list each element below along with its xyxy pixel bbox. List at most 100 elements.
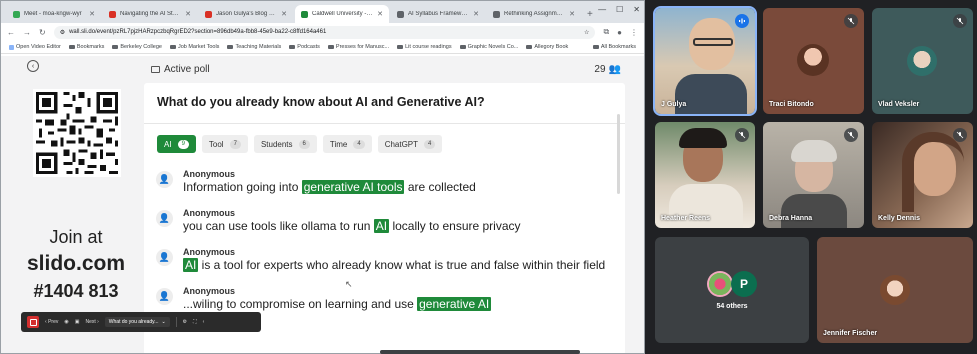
folder-icon (592, 45, 599, 49)
chip-ai[interactable]: AI 9 (157, 135, 196, 153)
chip-chatgpt[interactable]: ChatGPT 4 (377, 135, 443, 153)
star-icon[interactable]: ☆ (584, 29, 589, 36)
video-tile-heather-reens[interactable]: Heather Reens (655, 122, 755, 228)
poll-status: Active poll (164, 63, 210, 75)
folder-icon (289, 45, 296, 49)
extensions-icon[interactable]: ⧉ (603, 27, 609, 37)
screen-share-bar (380, 350, 580, 354)
bookmarks-bar: Open Video Editor Bookmarks Berkeley Col… (1, 41, 644, 54)
poll-question: What do you already know about AI and Ge… (157, 95, 485, 109)
slido-wall: ‹ Join at slido.com #1404 813 Active pol… (1, 56, 644, 353)
page-favicon-icon (493, 10, 500, 18)
page-favicon-icon (397, 10, 404, 18)
video-tile-debra-hanna[interactable]: Debra Hanna (763, 122, 864, 228)
eye-icon[interactable]: ◉ (64, 319, 68, 325)
video-tile-kelly-dennis[interactable]: Kelly Dennis (872, 122, 973, 228)
video-tile-vlad-veksler[interactable]: Vlad Veksler (872, 8, 973, 114)
tab-blog-card[interactable]: Jason Gulya's Blog Card ✕ (199, 5, 293, 23)
reload-icon[interactable]: ↻ (39, 28, 46, 37)
video-tile-traci-bitondo[interactable]: Traci Bitondo (763, 8, 864, 114)
maximize-icon[interactable]: ☐ (616, 5, 623, 14)
bookmark-item[interactable]: Graphic Novels Co... (459, 44, 518, 50)
scrollbar[interactable] (617, 114, 620, 194)
event-code: #1404 813 (33, 281, 119, 301)
folder-icon (112, 45, 119, 49)
speaker-hair (902, 132, 964, 212)
tab-ai-syllabus[interactable]: AI Syllabus Frameworks and✕ (391, 5, 485, 23)
mouse-cursor-icon: ↖ (345, 279, 353, 289)
avatar (880, 275, 910, 305)
minimize-icon[interactable]: — (598, 5, 606, 14)
avatar (907, 46, 937, 76)
response-text: ...wiling to compromise on learning and … (183, 297, 492, 311)
menu-icon[interactable]: ⋮ (630, 28, 638, 37)
next-button[interactable]: Next › (85, 319, 98, 325)
close-window-icon[interactable]: ✕ (633, 5, 640, 14)
site-info-icon[interactable]: ⚙ (60, 29, 65, 36)
back-arrow-icon[interactable]: ‹ (27, 60, 39, 72)
qr-code (33, 89, 121, 177)
profile-icon[interactable]: ● (617, 28, 622, 37)
address-bar-row: ← → ↻ ⚙ wall.sli.do/event/pzRL7pjzHARzpc… (1, 23, 644, 41)
bookmark-item[interactable]: Job Market Tools (169, 44, 219, 50)
close-icon[interactable]: ✕ (185, 10, 191, 18)
close-icon[interactable]: ✕ (473, 10, 479, 18)
screen: Meet - moa-kngw-wyr ✕ Navigating the AI S… (0, 0, 977, 354)
tab-navigating[interactable]: Navigating the AI Storm | Co✕ (103, 5, 197, 23)
collapse-icon[interactable]: ‹ (203, 319, 205, 325)
poll-icon (151, 65, 160, 73)
url-input[interactable]: ⚙ wall.sli.do/event/pzRL7pjzHARzpczbqRgr… (53, 25, 596, 39)
avatar: P (731, 271, 757, 297)
mic-off-icon (844, 128, 858, 142)
poll-header: Active poll 29 👥 (151, 62, 621, 76)
page-favicon-icon (109, 10, 116, 18)
close-icon[interactable]: ✕ (281, 10, 287, 18)
bookmark-item[interactable]: Open Video Editor (9, 44, 61, 50)
chip-students[interactable]: Students 6 (253, 135, 317, 153)
response-text: Information going into generative AI too… (183, 180, 476, 194)
tab-rethinking[interactable]: Rethinking Assignments for t✕ (487, 5, 581, 23)
bookmark-item[interactable]: Lit course readings (397, 44, 452, 50)
back-icon[interactable]: ← (7, 28, 15, 37)
join-label: Join at (49, 227, 103, 247)
bookmark-item[interactable]: Teaching Materials (227, 44, 281, 50)
join-domain: slido.com (26, 252, 126, 275)
tab-meet[interactable]: Meet - moa-kngw-wyr ✕ (7, 5, 101, 23)
anonymous-user-icon: 👤 (156, 210, 173, 227)
fullscreen-icon[interactable]: ⛶ (193, 319, 197, 325)
slido-favicon-icon (301, 10, 308, 18)
close-icon[interactable]: ✕ (377, 10, 383, 18)
forward-icon[interactable]: → (23, 28, 31, 37)
bookmark-item[interactable]: Presses for Manusc... (327, 44, 389, 50)
speaker-shirt (675, 74, 747, 114)
chip-tool[interactable]: Tool 7 (201, 135, 248, 153)
close-icon[interactable]: ✕ (89, 10, 95, 18)
video-tile-jennifer-fischer[interactable]: Jennifer Fischer (817, 237, 973, 343)
settings-icon[interactable]: ⚙ (183, 319, 187, 325)
mic-off-icon (844, 14, 858, 28)
anonymous-user-icon: 👤 (156, 288, 173, 305)
bookmark-item[interactable]: Bookmarks (68, 44, 104, 50)
lock-icon[interactable]: ▣ (75, 319, 80, 325)
bookmark-item[interactable]: Allegory Book (526, 44, 568, 50)
bookmark-item[interactable]: Berkeley College (112, 44, 162, 50)
bookmark-item[interactable]: Podcasts (289, 44, 320, 50)
all-bookmarks[interactable]: All Bookmarks (592, 44, 636, 50)
list-item: 👤 Anonymous AI is a tool for experts who… (156, 247, 616, 273)
video-tile-j-gulya[interactable]: J Gulya (653, 6, 757, 116)
video-tile-others[interactable]: P 54 others (655, 237, 809, 343)
browser-window: Meet - moa-kngw-wyr ✕ Navigating the AI S… (0, 0, 645, 354)
current-question-select[interactable]: What do you already... ⌄ (104, 317, 170, 327)
chip-time[interactable]: Time 4 (322, 135, 372, 153)
folder-icon (526, 45, 533, 49)
folder-icon (169, 45, 176, 49)
others-count: 54 others (716, 303, 748, 310)
mic-off-icon (953, 14, 967, 28)
tab-caldwell-active[interactable]: Caldwell University -- What d✕ (295, 5, 389, 23)
stop-present-button[interactable] (27, 316, 39, 328)
join-instructions: Join at slido.com #1404 813 (15, 224, 137, 304)
close-icon[interactable]: ✕ (569, 10, 575, 18)
new-tab-icon[interactable]: + (583, 9, 597, 23)
anonymous-user-icon: 👤 (156, 171, 173, 188)
prev-button[interactable]: ‹ Prev (45, 319, 58, 325)
